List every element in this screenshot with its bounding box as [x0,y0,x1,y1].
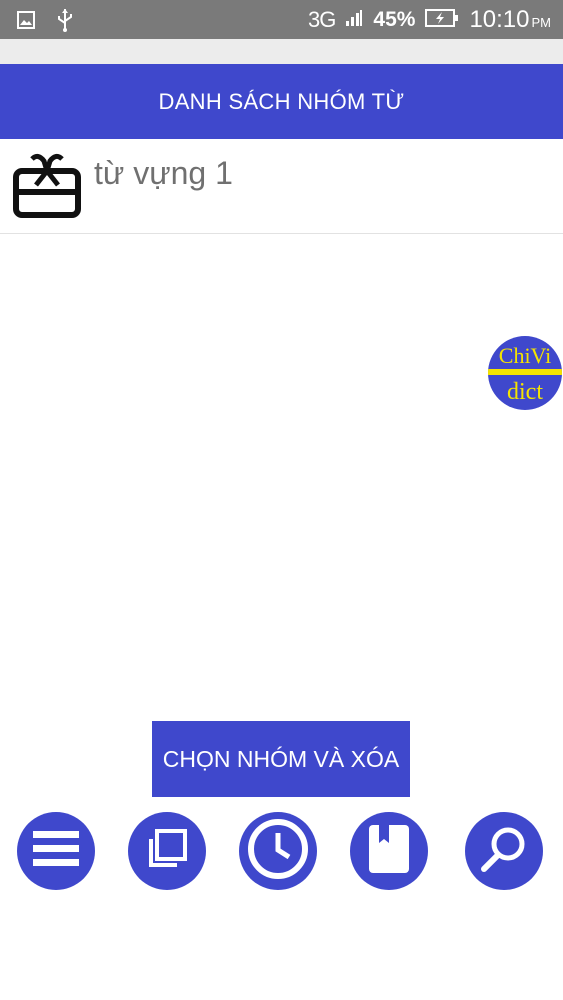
bookmark-icon [367,823,411,880]
clock-icon [246,817,310,886]
copy-button[interactable] [128,812,206,890]
badge-text-bottom: dict [507,379,543,405]
search-icon [479,824,529,879]
menu-button[interactable] [17,812,95,890]
status-bar-divider [0,39,563,64]
page-title: DANH SÁCH NHÓM TỪ [0,64,563,139]
group-label: từ vựng 1 [94,155,233,191]
signal-icon [345,9,363,32]
battery-percent: 45% [373,8,416,31]
bookmark-button[interactable] [350,812,428,890]
copy-icon [145,827,189,876]
menu-icon [31,827,81,876]
usb-icon [56,8,74,37]
image-icon [16,10,36,35]
badge-text-top: ChiVi [499,343,551,368]
select-and-delete-button[interactable]: CHỌN NHÓM VÀ XÓA [152,721,410,797]
gift-box-icon [12,151,82,221]
search-button[interactable] [465,812,543,890]
clock-time: 10:10 PM [469,6,551,33]
battery-icon [425,8,459,33]
network-type: 3G [308,7,336,32]
list-item[interactable]: từ vựng 1 [0,139,563,234]
bottom-nav [0,812,563,892]
history-button[interactable] [239,812,317,890]
status-bar: 3G 45% 10:10 PM [0,0,563,39]
chivi-dict-floating-button[interactable]: ChiVi dict [487,335,563,411]
